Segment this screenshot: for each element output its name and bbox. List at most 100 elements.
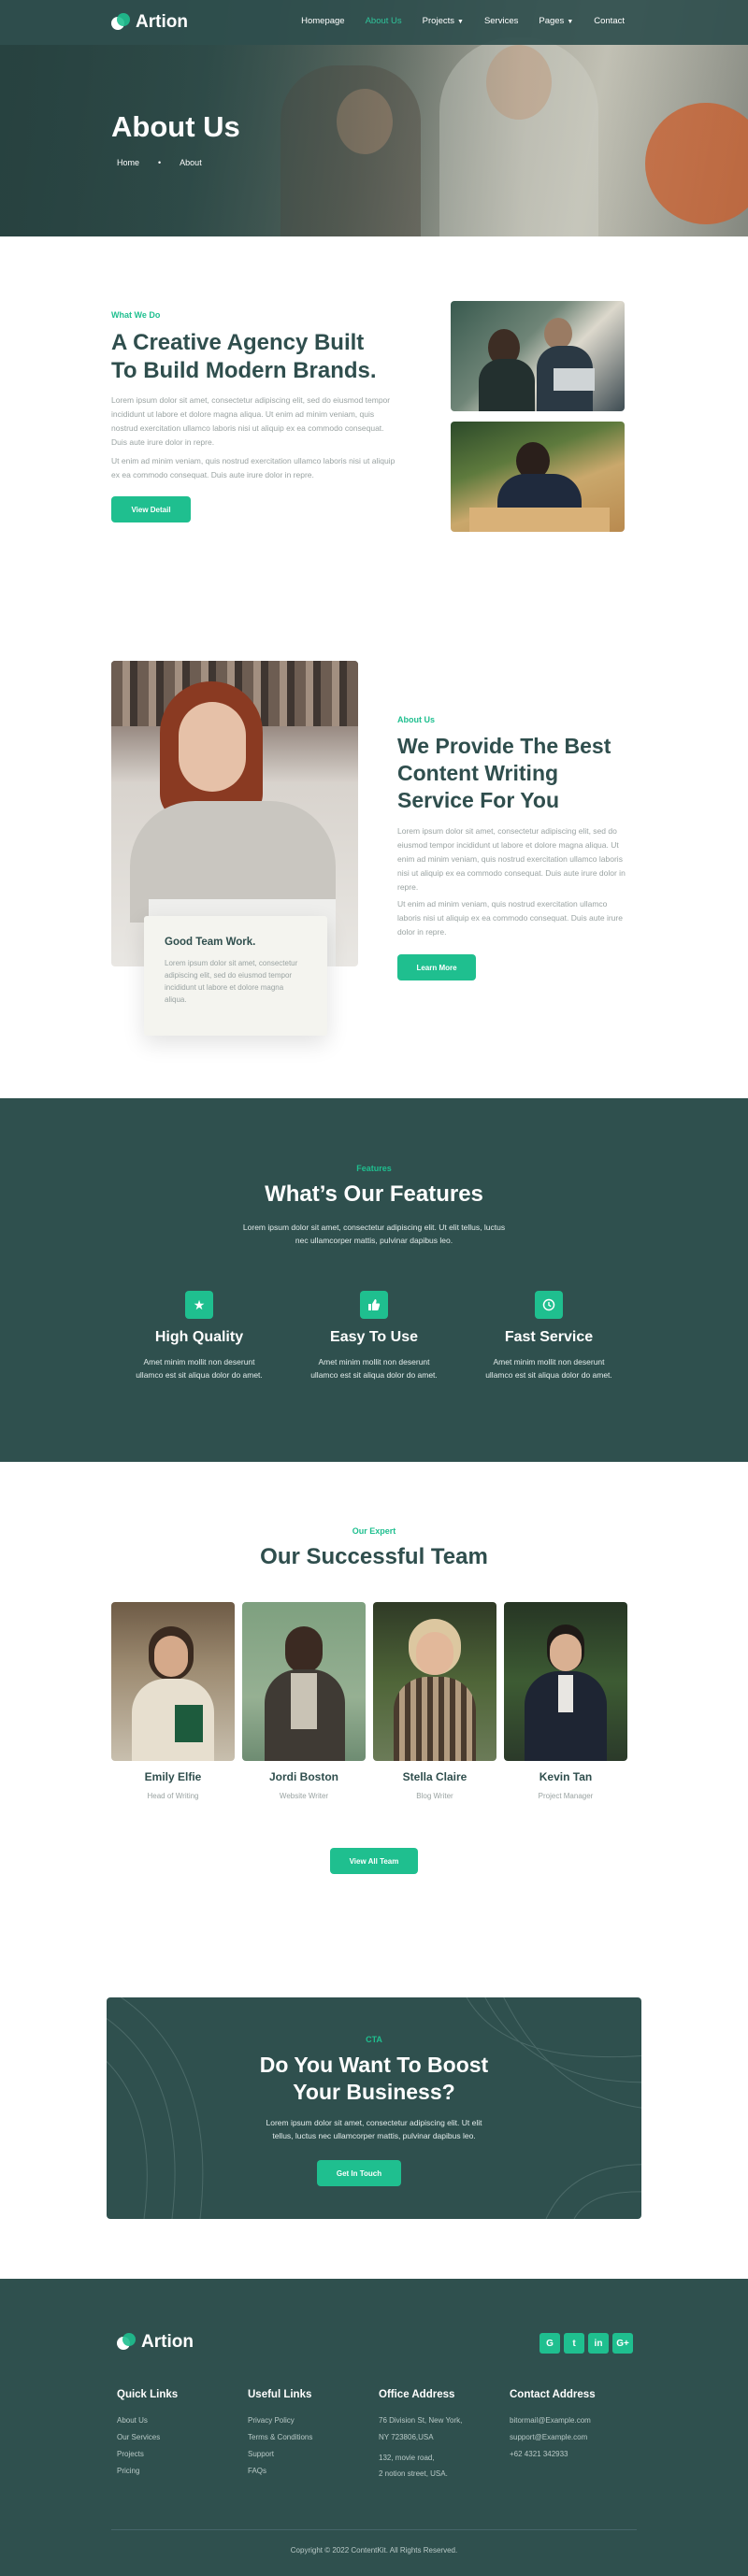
breadcrumb: Home • About	[117, 158, 202, 167]
title-line: Content Writing	[397, 761, 559, 785]
logo-icon	[111, 13, 130, 32]
breadcrumb-home[interactable]: Home	[117, 158, 139, 167]
office-meeting-photo	[451, 301, 625, 411]
title-line: A Creative Agency Built	[111, 330, 365, 355]
team-member-role: Blog Writer	[416, 1792, 453, 1800]
title-line: We Provide The Best	[397, 734, 611, 758]
feature-text-line: Amet minim mollit non deserunt	[493, 1357, 605, 1367]
team-member-name: Jordi Boston	[269, 1770, 338, 1783]
office-address-line: 2 notion street, USA.	[379, 2469, 448, 2478]
nav-item-homepage[interactable]: Homepage	[301, 16, 344, 26]
cta-text-line: Lorem ipsum dolor sit amet, consectetur …	[266, 2118, 482, 2127]
section-paragraph: Lorem ipsum dolor sit amet, consectetur …	[111, 395, 391, 447]
chevron-down-icon: ▼	[567, 19, 574, 25]
team-member-photo[interactable]	[111, 1602, 235, 1761]
woman-writing-photo	[451, 422, 625, 532]
footer-link[interactable]: Terms & Conditions	[248, 2433, 312, 2441]
title-line: Service For You	[397, 788, 559, 812]
section-eyebrow: Features	[356, 1164, 392, 1173]
contact-email[interactable]: support@Example.com	[510, 2433, 587, 2441]
nav-item-about-us[interactable]: About Us	[366, 16, 402, 26]
footer-link[interactable]: Projects	[117, 2450, 144, 2458]
cta-text-line: tellus, luctus nec ullamcorper mattis, p…	[272, 2131, 476, 2140]
title-line: To Build Modern Brands.	[111, 358, 377, 383]
card-title: Good Team Work.	[165, 937, 256, 948]
footer-heading: Office Address	[379, 2389, 455, 2400]
team-member-name: Kevin Tan	[539, 1770, 593, 1783]
footer-divider	[111, 2529, 637, 2530]
section-paragraph: Ut enim ad minim veniam, quis nostrud ex…	[397, 899, 623, 937]
logo-icon	[117, 2333, 136, 2352]
feature-text: Amet minim mollit non deserunt ullamco e…	[280, 1355, 468, 1381]
card-text: Lorem ipsum dolor sit amet, consectetur …	[165, 959, 298, 1004]
section-title: Our Successful Team	[260, 1544, 488, 1569]
team-member-photo[interactable]	[242, 1602, 366, 1761]
feature-text-line: ullamco est sit aliqua dolor do amet.	[485, 1370, 612, 1380]
footer-logo[interactable]: Artion	[117, 2332, 194, 2353]
get-in-touch-button[interactable]: Get In Touch	[317, 2160, 401, 2186]
section-title: We Provide The Best Content Writing Serv…	[397, 733, 640, 814]
feature-text-line: Amet minim mollit non deserunt	[143, 1357, 255, 1367]
office-address-line: NY 723806,USA	[379, 2433, 434, 2441]
view-all-team-button[interactable]: View All Team	[330, 1848, 418, 1874]
features-section: Features What’s Our Features Lorem ipsum…	[0, 1098, 748, 1462]
nav-item-services[interactable]: Services	[484, 16, 518, 26]
nav-item-projects[interactable]: Projects ▼	[423, 16, 464, 26]
section-title: What’s Our Features	[265, 1181, 483, 1207]
learn-more-button[interactable]: Learn More	[397, 954, 476, 980]
feature-text: Amet minim mollit non deserunt ullamco e…	[455, 1355, 642, 1381]
google-plus-icon[interactable]: G+	[612, 2333, 633, 2354]
section-eyebrow: What We Do	[111, 310, 161, 320]
footer-link[interactable]: Support	[248, 2450, 274, 2458]
feature-title: Easy To Use	[330, 1329, 418, 1345]
top-navbar: Artion Homepage About Us Projects ▼ Servi…	[0, 0, 748, 45]
office-address-line: 132, movie road,	[379, 2454, 435, 2462]
subtitle-line: nec ullamcorper mattis, pulvinar dapibus…	[295, 1236, 453, 1245]
nav-item-contact[interactable]: Contact	[594, 16, 625, 26]
section-subtitle: Lorem ipsum dolor sit amet, consectetur …	[0, 1221, 748, 1247]
linkedin-icon[interactable]: in	[588, 2333, 609, 2354]
star-icon: ★	[185, 1291, 213, 1319]
logo-text: Artion	[136, 12, 188, 32]
footer-link[interactable]: Privacy Policy	[248, 2416, 295, 2425]
cta-title: Do You Want To Boost Your Business?	[107, 2052, 641, 2106]
cta-text: Lorem ipsum dolor sit amet, consectetur …	[107, 2116, 641, 2142]
nav-item-pages[interactable]: Pages ▼	[539, 16, 573, 26]
breadcrumb-current: About	[180, 158, 202, 167]
office-address-line: 76 Division St, New York,	[379, 2416, 463, 2425]
github-icon[interactable]: G	[539, 2333, 560, 2354]
footer-heading: Contact Address	[510, 2389, 596, 2400]
title-line: Your Business?	[293, 2080, 455, 2104]
copyright-text: Copyright © 2022 ContentKit. All Rights …	[290, 2546, 458, 2555]
team-member-role: Head of Writing	[147, 1792, 199, 1800]
view-detail-button[interactable]: View Detail	[111, 496, 191, 522]
footer-link[interactable]: About Us	[117, 2416, 148, 2425]
footer-link[interactable]: Pricing	[117, 2467, 139, 2475]
nav-menu: Homepage About Us Projects ▼ Services Pag…	[301, 16, 625, 26]
section-eyebrow: CTA	[366, 2035, 382, 2044]
breadcrumb-separator: •	[158, 158, 162, 167]
contact-phone[interactable]: +62 4321 342933	[510, 2450, 568, 2458]
section-title: A Creative Agency Built To Build Modern …	[111, 329, 429, 385]
nav-item-label: Projects	[422, 16, 454, 26]
section-eyebrow: About Us	[397, 715, 435, 724]
team-member-photo[interactable]	[504, 1602, 627, 1761]
footer-heading: Useful Links	[248, 2389, 312, 2400]
team-member-photo[interactable]	[373, 1602, 496, 1761]
section-eyebrow: Our Expert	[352, 1526, 396, 1536]
feature-title: High Quality	[154, 1329, 244, 1345]
title-line: Do You Want To Boost	[259, 2053, 489, 2077]
footer	[0, 2279, 748, 2576]
footer-link[interactable]: FAQs	[248, 2467, 266, 2475]
twitter-icon[interactable]: t	[564, 2333, 584, 2354]
logo[interactable]: Artion	[111, 12, 188, 33]
thumbs-up-icon	[360, 1291, 388, 1319]
contact-email[interactable]: bitormail@Example.com	[510, 2416, 591, 2425]
footer-link[interactable]: Our Services	[117, 2433, 160, 2441]
feature-text: Amet minim mollit non deserunt ullamco e…	[106, 1355, 293, 1381]
team-work-card: Good Team Work. Lorem ipsum dolor sit am…	[144, 916, 327, 1036]
subtitle-line: Lorem ipsum dolor sit amet, consectetur …	[242, 1223, 506, 1232]
feature-text-line: ullamco est sit aliqua dolor do amet.	[310, 1370, 438, 1380]
page-title: About Us	[111, 110, 240, 143]
feature-title: Fast Service	[504, 1329, 594, 1345]
